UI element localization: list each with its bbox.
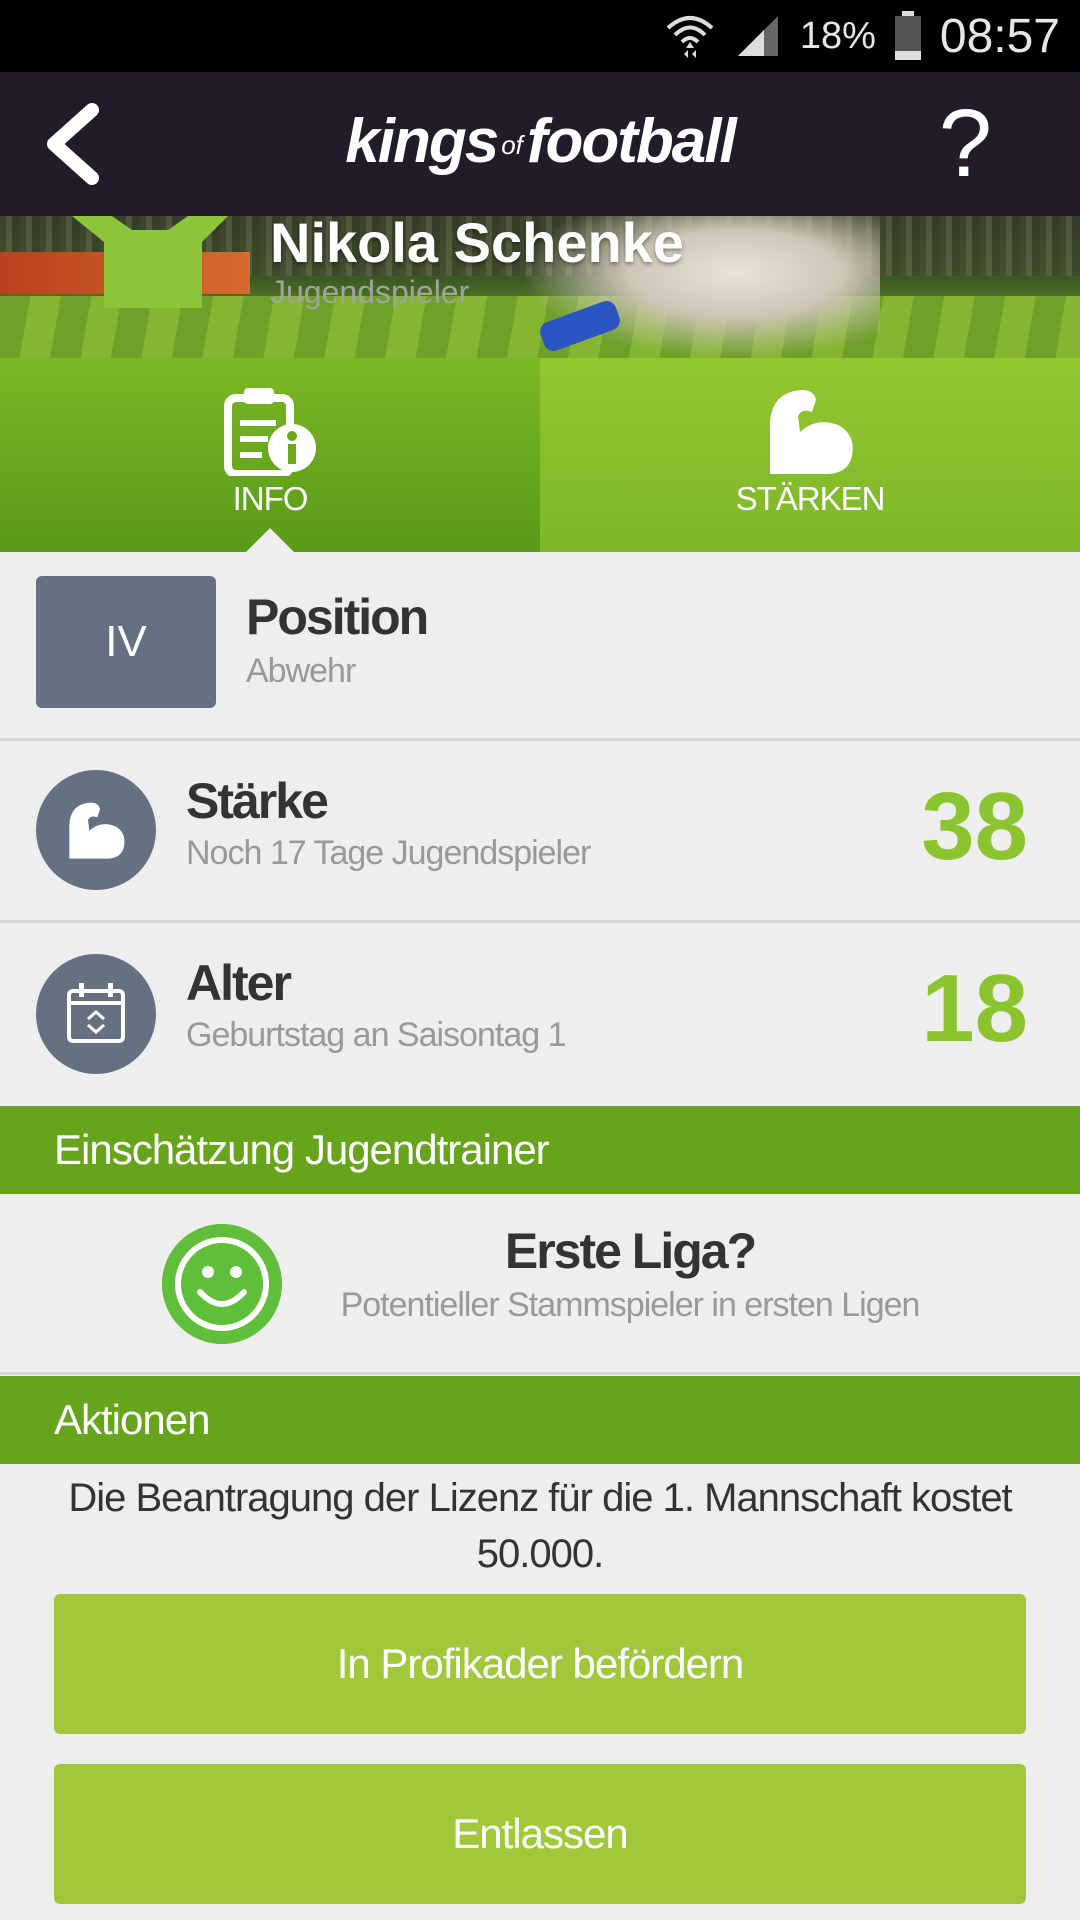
flexed-arm-icon <box>69 802 125 859</box>
selected-tab-indicator <box>246 528 294 552</box>
tab-staerken[interactable]: STÄRKEN <box>540 358 1080 552</box>
player-banner: Nikola Schenke Jugendspieler <box>0 216 1080 358</box>
position-title: Position <box>246 589 429 645</box>
license-cost-text: Die Beantragung der Lizenz für die 1. Ma… <box>68 1476 1012 1576</box>
assessment-title: Erste Liga? <box>504 1223 757 1279</box>
divider <box>0 738 1080 741</box>
age-subtitle: Geburtstag an Saisontag 1 <box>186 1016 566 1054</box>
tab-bar: INFO STÄRKEN <box>0 358 1080 552</box>
age-icon-circle <box>36 954 156 1074</box>
wifi-icon <box>666 16 714 58</box>
assessment-header-label: Einschätzung Jugendtrainer <box>54 1126 550 1173</box>
position-subtitle: Abwehr <box>246 652 356 690</box>
flexed-arm-icon <box>770 390 853 474</box>
age-title: Alter <box>186 955 292 1011</box>
status-bar: 18% 08:57 <box>0 0 1080 72</box>
calendar-icon <box>67 983 125 1043</box>
actions-header: Aktionen <box>0 1376 1080 1464</box>
assessment-header: Einschätzung Jugendtrainer <box>0 1106 1080 1194</box>
age-value: 18 <box>921 955 1028 1062</box>
dismiss-button[interactable]: Entlassen <box>54 1764 1026 1904</box>
app-logo: kings offootball <box>0 106 1080 177</box>
battery-icon <box>894 11 921 60</box>
tab-info[interactable]: INFO <box>0 358 540 552</box>
strength-subtitle: Noch 17 Tage Jugendspieler <box>186 834 591 872</box>
battery-percent: 18% <box>799 14 876 57</box>
logo-football: football <box>526 107 737 176</box>
promote-button[interactable]: In Profikader befördern <box>54 1594 1026 1734</box>
tab-info-label: INFO <box>232 480 309 517</box>
logo-of: of <box>501 130 523 161</box>
status-icons: 18% 08:57 <box>664 0 1060 72</box>
strength-title: Stärke <box>186 773 329 829</box>
strength-value: 38 <box>921 773 1028 880</box>
tab-staerken-label: STÄRKEN <box>735 480 886 517</box>
help-button[interactable]: ? <box>939 90 992 198</box>
divider <box>0 1372 1080 1375</box>
clock: 08:57 <box>939 9 1060 63</box>
position-badge: IV <box>36 576 216 708</box>
strength-icon-circle <box>36 770 156 890</box>
info-document-icon <box>224 388 316 476</box>
smiley-icon <box>162 1224 282 1344</box>
logo-kings: kings <box>345 107 499 176</box>
app-header: kings offootball ? <box>0 72 1080 216</box>
assessment-subtitle: Potentieller Stammspieler in ersten Lige… <box>340 1286 921 1324</box>
actions-header-label: Aktionen <box>54 1396 210 1443</box>
player-name: Nikola Schenke <box>270 216 684 274</box>
jersey-icon <box>72 216 228 308</box>
player-role: Jugendspieler <box>270 274 470 310</box>
signal-icon <box>737 16 778 56</box>
divider <box>0 920 1080 923</box>
